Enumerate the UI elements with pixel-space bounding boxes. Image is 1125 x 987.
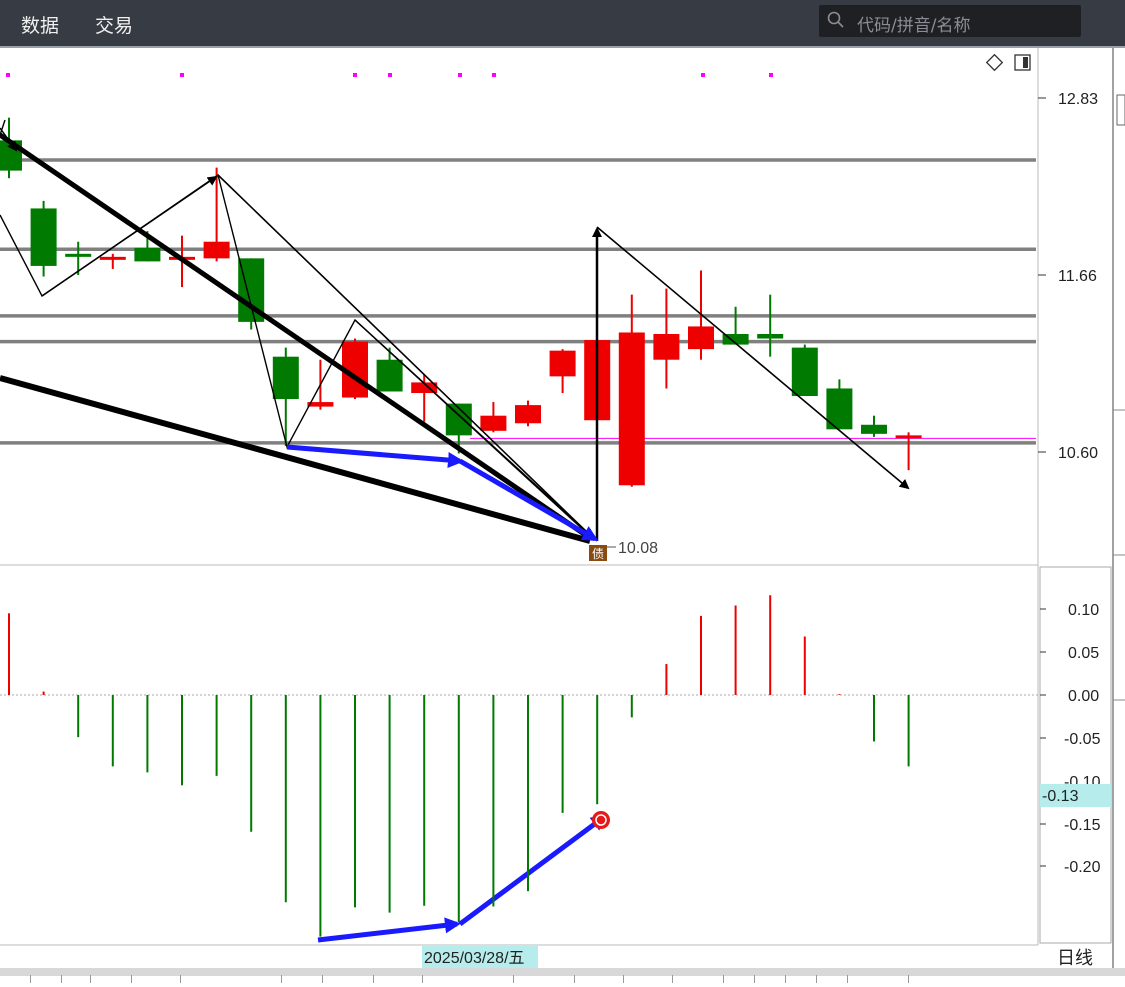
signal-dot <box>353 73 357 77</box>
signal-dot <box>388 73 392 77</box>
candle-body <box>549 350 576 377</box>
support-resistance-lines <box>0 158 1036 445</box>
candle-body <box>895 435 922 439</box>
macd-tick: -0.15 <box>1064 817 1101 834</box>
candle-body <box>203 241 230 259</box>
candle-body <box>99 256 126 260</box>
signal-dot <box>769 73 773 77</box>
candle-body <box>618 332 645 486</box>
candle-body <box>65 253 92 257</box>
stock-chart[interactable]: 债 10.08 12.83 11.66 10.60 0.10 0.05 0.00… <box>0 0 1125 976</box>
low-price-marker: 债 10.08 <box>589 540 658 561</box>
signal-dot <box>6 73 10 77</box>
panel-toggle-icon[interactable] <box>1014 54 1031 71</box>
diamond-icon[interactable] <box>985 53 1004 72</box>
signal-dot <box>492 73 496 77</box>
candle-body <box>791 347 818 397</box>
candle-body <box>861 424 887 434</box>
date-cursor: 2025/03/28/五 <box>422 946 538 968</box>
period-button[interactable]: 日线 <box>1057 948 1093 969</box>
macd-tick: 0.00 <box>1068 688 1099 705</box>
signal-dots <box>6 73 773 77</box>
signal-dot <box>701 73 705 77</box>
signal-dot <box>458 73 462 77</box>
date-cursor-label: 2025/03/28/五 <box>424 950 525 967</box>
candle-body <box>480 415 507 431</box>
macd-tick: -0.20 <box>1064 859 1101 876</box>
macd-tick: -0.05 <box>1064 731 1101 748</box>
candle-body <box>688 326 714 350</box>
macd-tick: 0.05 <box>1068 645 1099 662</box>
low-price-label: 10.08 <box>618 540 658 557</box>
candle-body <box>515 405 541 424</box>
candle-body <box>272 356 299 400</box>
macd-tick: 0.10 <box>1068 602 1099 619</box>
candle-body <box>134 247 161 262</box>
macd-histogram <box>8 595 910 937</box>
trend-lines <box>0 119 910 544</box>
candle-body <box>376 359 403 392</box>
price-tick: 11.66 <box>1058 268 1097 285</box>
candlestick-series <box>0 117 922 487</box>
signal-dot <box>180 73 184 77</box>
price-tick: 12.83 <box>1058 91 1098 108</box>
signal-circle-icon <box>592 811 610 829</box>
price-tick: 10.60 <box>1058 445 1098 462</box>
bottom-tab-strip[interactable] <box>0 968 1125 983</box>
sidebar-edge <box>1113 94 1125 701</box>
low-badge: 债 <box>592 547 604 561</box>
candle-body <box>30 208 57 266</box>
blue-divergence-arrows <box>286 444 608 943</box>
candle-body <box>757 334 784 339</box>
period-button-label: 日线 <box>1057 948 1093 969</box>
macd-current-value: -0.13 <box>1042 788 1079 805</box>
candle-body <box>653 334 680 360</box>
